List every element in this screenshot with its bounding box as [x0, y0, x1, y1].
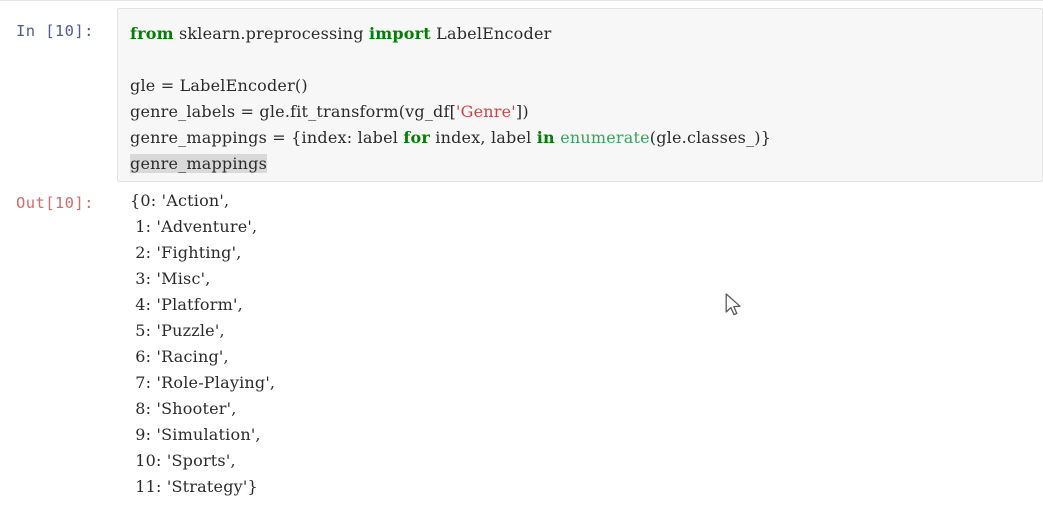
code-token: LabelEncoder: [430, 24, 552, 43]
output-line: 6: 'Racing',: [130, 347, 229, 366]
output-text: {0: 'Action', 1: 'Adventure', 2: 'Fighti…: [130, 188, 1030, 500]
output-line: 10: 'Sports',: [130, 451, 236, 470]
output-line: 1: 'Adventure',: [130, 217, 258, 236]
output-line: 9: 'Simulation',: [130, 425, 261, 444]
code-token: in: [536, 128, 555, 147]
code-line: genre_labels = gle.fit_transform(vg_df['…: [130, 99, 771, 125]
code-token: ]): [515, 102, 529, 121]
code-token: enumerate: [560, 128, 650, 147]
code-token: from: [130, 24, 174, 43]
output-line: {0: 'Action',: [130, 191, 230, 210]
code-token: genre_mappings = {index: label: [130, 128, 404, 147]
output-cell: Out[10]: {0: 'Action', 1: 'Adventure', 2…: [0, 188, 1043, 508]
code-token: 'Genre': [456, 102, 516, 121]
output-line: 4: 'Platform',: [130, 295, 243, 314]
jupyter-notebook-cells: In [10]: from sklearn.preprocessing impo…: [0, 0, 1043, 508]
code-source[interactable]: from sklearn.preprocessing import LabelE…: [130, 21, 771, 177]
code-token: sklearn.preprocessing: [173, 24, 369, 43]
code-token: import: [368, 24, 431, 43]
code-line: genre_mappings = {index: label for index…: [130, 125, 771, 151]
output-prompt: Out[10]:: [16, 194, 94, 212]
output-line: 2: 'Fighting',: [130, 243, 242, 262]
output-line: 5: 'Puzzle',: [130, 321, 225, 340]
code-line: genre_mappings: [130, 151, 771, 177]
code-token: gle = LabelEncoder(): [130, 76, 308, 95]
code-token: genre_mappings: [130, 154, 268, 173]
input-prompt: In [10]:: [16, 22, 94, 40]
code-token: for: [403, 128, 430, 147]
code-line: from sklearn.preprocessing import LabelE…: [130, 21, 771, 47]
output-line: 8: 'Shooter',: [130, 399, 237, 418]
code-line: gle = LabelEncoder(): [130, 73, 771, 99]
output-line: 3: 'Misc',: [130, 269, 211, 288]
code-token: (gle.classes_)}: [649, 128, 772, 147]
code-token: index, label: [429, 128, 537, 147]
output-line: 7: 'Role-Playing',: [130, 373, 276, 392]
code-editor[interactable]: from sklearn.preprocessing import LabelE…: [117, 8, 1043, 182]
code-token: genre_labels = gle.fit_transform(vg_df[: [130, 102, 457, 121]
output-line: 11: 'Strategy'}: [130, 477, 258, 496]
code-cell[interactable]: In [10]: from sklearn.preprocessing impo…: [0, 3, 1043, 182]
